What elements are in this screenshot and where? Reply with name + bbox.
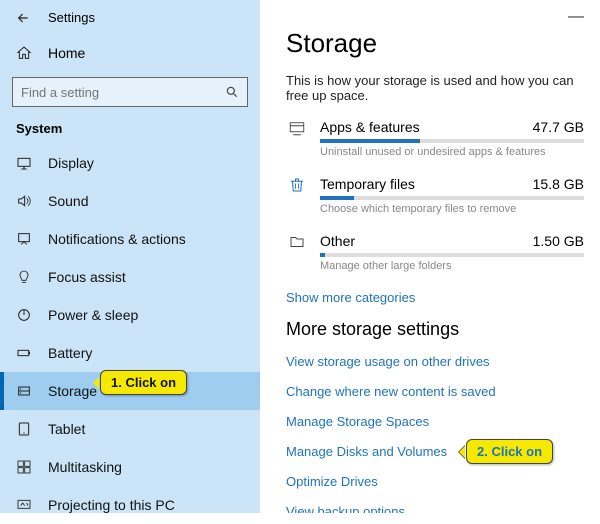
- category-sub: Uninstall unused or undesired apps & fea…: [320, 146, 584, 158]
- category-sub: Manage other large folders: [320, 260, 584, 272]
- sidebar-item-focus-assist[interactable]: Focus assist: [0, 258, 260, 296]
- storage-icon: [16, 383, 32, 399]
- sound-icon: [16, 193, 32, 209]
- sidebar-item-storage[interactable]: Storage 1. Click on: [0, 372, 260, 410]
- power-icon: [16, 307, 32, 323]
- sidebar-item-label: Tablet: [48, 421, 85, 437]
- storage-category-other[interactable]: Other 1.50 GB Manage other large folders: [286, 233, 584, 272]
- category-size: 1.50 GB: [533, 233, 584, 249]
- sidebar-item-notifications[interactable]: Notifications & actions: [0, 220, 260, 258]
- multitasking-icon: [16, 459, 32, 475]
- category-sub: Choose which temporary files to remove: [320, 203, 584, 215]
- link-optimize-drives[interactable]: Optimize Drives: [286, 474, 584, 489]
- sidebar-item-label: Projecting to this PC: [48, 497, 175, 513]
- storage-category-temp[interactable]: Temporary files 15.8 GB Choose which temp…: [286, 176, 584, 215]
- notifications-icon: [16, 231, 32, 247]
- sidebar-item-label: Display: [48, 155, 94, 171]
- link-disks-volumes[interactable]: Manage Disks and Volumes 2. Click on: [286, 444, 584, 459]
- usage-bar: [320, 253, 584, 257]
- category-size: 47.7 GB: [533, 119, 584, 135]
- annotation-callout-1: 1. Click on: [100, 370, 187, 395]
- sidebar-item-tablet[interactable]: Tablet: [0, 410, 260, 448]
- page-title: Storage: [286, 28, 584, 59]
- link-backup-options[interactable]: View backup options: [286, 504, 584, 513]
- display-icon: [16, 155, 32, 171]
- main-content: — Storage This is how your storage is us…: [260, 0, 600, 513]
- more-settings-heading: More storage settings: [286, 319, 584, 340]
- storage-category-apps[interactable]: Apps & features 47.7 GB Uninstall unused …: [286, 119, 584, 158]
- category-name: Other: [320, 233, 355, 249]
- sidebar-item-label: Multitasking: [48, 459, 122, 475]
- sidebar-section-label: System: [0, 117, 260, 144]
- back-arrow-icon[interactable]: [16, 11, 32, 25]
- apps-icon: [286, 119, 308, 137]
- page-subtitle: This is how your storage is used and how…: [286, 73, 584, 103]
- link-other-drives[interactable]: View storage usage on other drives: [286, 354, 584, 369]
- sidebar-home[interactable]: Home: [0, 35, 260, 71]
- focus-assist-icon: [16, 269, 32, 285]
- category-size: 15.8 GB: [533, 176, 584, 192]
- link-text: Manage Disks and Volumes: [286, 444, 447, 459]
- tablet-icon: [16, 421, 32, 437]
- usage-bar: [320, 196, 584, 200]
- sidebar-item-label: Notifications & actions: [48, 231, 186, 247]
- home-icon: [16, 45, 32, 61]
- link-storage-spaces[interactable]: Manage Storage Spaces: [286, 414, 584, 429]
- category-name: Apps & features: [320, 119, 420, 135]
- usage-bar: [320, 139, 584, 143]
- search-input[interactable]: [21, 85, 225, 100]
- settings-title: Settings: [48, 10, 95, 25]
- minimize-icon[interactable]: —: [568, 8, 584, 26]
- sidebar-item-sound[interactable]: Sound: [0, 182, 260, 220]
- sidebar-item-label: Sound: [48, 193, 88, 209]
- annotation-callout-2: 2. Click on: [466, 439, 553, 464]
- sidebar-item-display[interactable]: Display: [0, 144, 260, 182]
- search-wrap: [0, 71, 260, 117]
- search-box[interactable]: [12, 77, 248, 107]
- category-name: Temporary files: [320, 176, 415, 192]
- sidebar-item-multitasking[interactable]: Multitasking: [0, 448, 260, 486]
- battery-icon: [16, 345, 32, 361]
- sidebar-item-power[interactable]: Power & sleep: [0, 296, 260, 334]
- trash-icon: [286, 176, 308, 194]
- link-new-content[interactable]: Change where new content is saved: [286, 384, 584, 399]
- projecting-icon: [16, 497, 32, 513]
- sidebar-item-label: Battery: [48, 345, 92, 361]
- sidebar-item-label: Power & sleep: [48, 307, 138, 323]
- sidebar-item-label: Focus assist: [48, 269, 126, 285]
- sidebar-item-battery[interactable]: Battery: [0, 334, 260, 372]
- sidebar-header: Settings: [0, 0, 260, 35]
- sidebar-item-projecting[interactable]: Projecting to this PC: [0, 486, 260, 524]
- show-more-link[interactable]: Show more categories: [286, 290, 584, 305]
- search-icon: [225, 85, 239, 99]
- home-label: Home: [48, 45, 85, 61]
- folder-icon: [286, 233, 308, 251]
- sidebar: Settings Home System Display Sound Notif…: [0, 0, 260, 513]
